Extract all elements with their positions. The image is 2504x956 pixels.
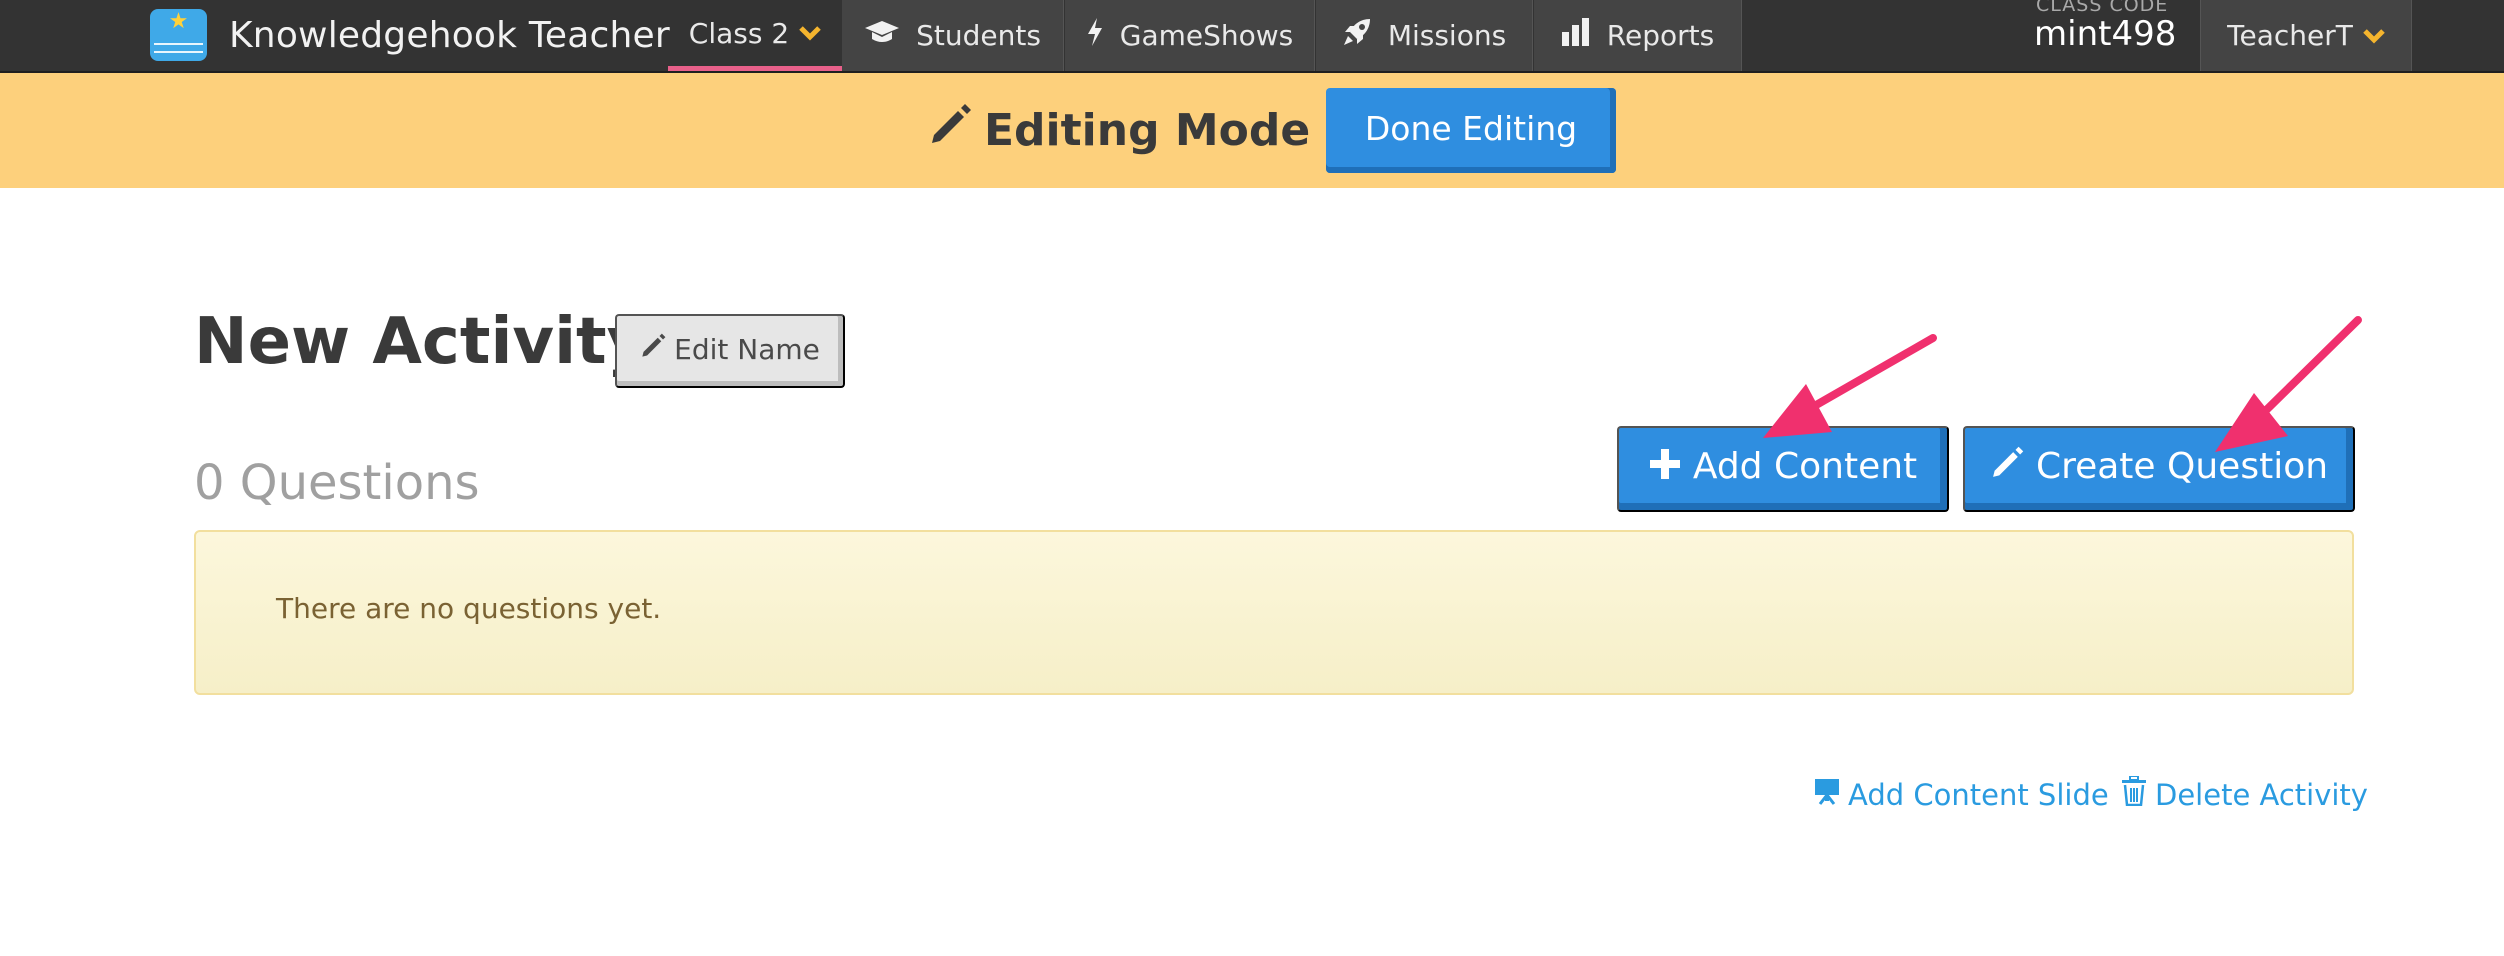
arrow-to-add-content [1763, 334, 1937, 438]
plus-icon [1649, 444, 1681, 490]
nav-reports-label: Reports [1606, 19, 1715, 52]
user-menu-label: TeacherT [2227, 19, 2353, 52]
book-star-icon: ★ [150, 8, 207, 61]
nav-missions-label: Missions [1387, 19, 1507, 52]
nav-missions[interactable]: Missions [1316, 0, 1533, 71]
graduation-cap-icon [864, 19, 900, 52]
delete-activity-link[interactable]: Delete Activity [2121, 775, 2368, 815]
nav-reports[interactable]: Reports [1534, 0, 1742, 71]
nav-gameshows-label: GameShows [1119, 19, 1294, 52]
add-content-button[interactable]: Add Content [1617, 426, 1949, 512]
empty-questions-message: There are no questions yet. [276, 592, 662, 625]
add-content-label: Add Content [1692, 446, 1918, 487]
questions-count: 0 Questions [194, 455, 480, 511]
trash-icon [2121, 775, 2147, 814]
pencil-icon [640, 332, 666, 367]
empty-questions-alert: There are no questions yet. [194, 530, 2354, 695]
chevron-down-icon [2363, 22, 2385, 50]
class-selector[interactable]: Class 2 [668, 0, 842, 71]
presentation-board-icon [1814, 777, 1840, 813]
top-navbar: ★ Knowledgehook Teacher Class 2 Students… [0, 0, 2504, 73]
delete-activity-label: Delete Activity [2155, 778, 2368, 812]
lightning-bolt-icon [1086, 17, 1104, 54]
nav-students[interactable]: Students [842, 0, 1064, 71]
class-selector-label: Class 2 [688, 16, 790, 50]
pencil-icon [928, 103, 972, 158]
class-code-value: mint498 [2034, 14, 2177, 54]
done-editing-button[interactable]: Done Editing [1326, 88, 1616, 173]
editing-mode-label: Editing Mode [984, 104, 1311, 156]
brand-name: Knowledgehook Teacher [229, 15, 670, 56]
bar-chart-icon [1561, 18, 1591, 53]
editing-mode-banner: Editing Mode Done Editing [0, 73, 2504, 188]
brand[interactable]: ★ Knowledgehook Teacher [150, 0, 670, 71]
create-question-button[interactable]: Create Question [1963, 426, 2355, 512]
activity-title: New Activity [194, 305, 649, 379]
nav-students-label: Students [916, 19, 1041, 52]
rocket-icon [1342, 17, 1372, 54]
class-code: CLASS CODE mint498 [2034, 0, 2194, 71]
nav-gameshows[interactable]: GameShows [1065, 0, 1315, 71]
edit-name-label: Edit Name [674, 333, 820, 366]
create-question-label: Create Question [2035, 446, 2329, 487]
pencil-icon [1990, 444, 2024, 490]
add-content-slide-link[interactable]: Add Content Slide [1814, 775, 2109, 815]
user-menu[interactable]: TeacherT [2200, 0, 2412, 71]
chevron-down-icon [799, 19, 821, 47]
editing-mode-title: Editing Mode [928, 101, 1310, 159]
edit-name-button[interactable]: Edit Name [615, 314, 845, 388]
add-content-slide-label: Add Content Slide [1848, 778, 2109, 812]
